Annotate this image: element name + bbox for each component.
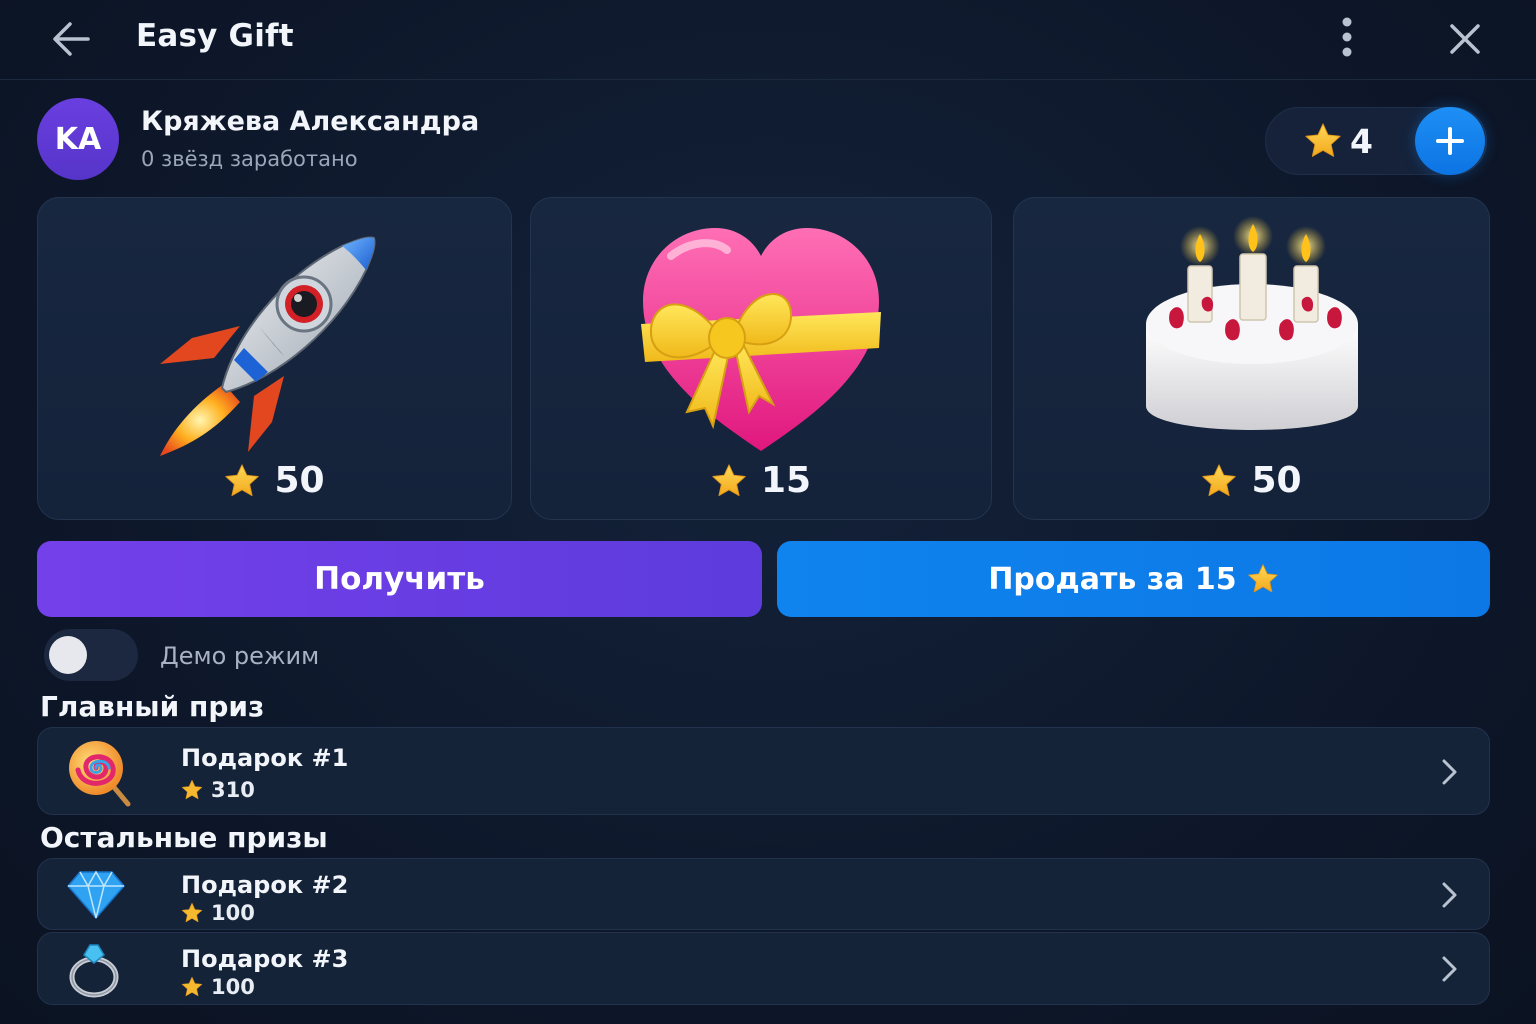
prize-name: Подарок #1 bbox=[181, 744, 349, 772]
star-icon bbox=[225, 463, 260, 496]
add-stars-button[interactable] bbox=[1415, 107, 1485, 175]
star-icon bbox=[181, 779, 203, 800]
demo-mode-toggle[interactable] bbox=[44, 629, 138, 681]
toggle-knob bbox=[49, 636, 87, 674]
ring-icon bbox=[69, 944, 119, 998]
chevron-right-icon bbox=[1442, 882, 1457, 908]
more-menu-button[interactable] bbox=[1330, 16, 1364, 60]
rocket-icon bbox=[160, 236, 376, 456]
prize-price-value: 100 bbox=[211, 975, 255, 999]
gift-card-rocket[interactable]: 50 bbox=[37, 197, 512, 520]
star-icon bbox=[181, 902, 203, 923]
gift-price: 50 bbox=[38, 460, 511, 501]
star-icon bbox=[181, 976, 203, 997]
heart-gift-icon bbox=[641, 228, 881, 451]
top-bar: Easy Gift bbox=[0, 0, 1536, 80]
demo-mode-label: Демо режим bbox=[160, 642, 320, 670]
gift-art bbox=[1014, 216, 1489, 461]
main-prize-heading: Главный приз bbox=[40, 690, 265, 723]
get-button[interactable]: Получить bbox=[37, 541, 762, 617]
sell-button-label: Продать за 15 bbox=[988, 561, 1237, 597]
gift-price-value: 15 bbox=[760, 460, 812, 501]
stars-earned-text: 0 звёзд заработано bbox=[141, 147, 358, 171]
diamond-icon bbox=[67, 870, 125, 920]
avatar-initials: KA bbox=[54, 121, 102, 157]
gift-card-cake[interactable]: 50 bbox=[1013, 197, 1490, 520]
lollipop-icon bbox=[69, 741, 131, 807]
more-vertical-icon bbox=[1342, 17, 1352, 57]
back-button[interactable] bbox=[48, 18, 94, 60]
prize-row-1[interactable]: Подарок #1 310 bbox=[37, 727, 1490, 815]
star-icon bbox=[1305, 123, 1341, 157]
gift-price-value: 50 bbox=[1251, 460, 1302, 501]
app-title: Easy Gift bbox=[136, 18, 294, 54]
prize-price-value: 100 bbox=[211, 901, 255, 925]
gift-card-heart[interactable]: 15 bbox=[530, 197, 992, 520]
plus-icon bbox=[1436, 127, 1464, 155]
close-button[interactable] bbox=[1444, 18, 1486, 60]
gift-art bbox=[38, 216, 511, 461]
sell-button[interactable]: Продать за 15 bbox=[777, 541, 1490, 617]
chevron-right-icon bbox=[1442, 759, 1457, 785]
app-window: Easy Gift KA Кряжева Александра 0 звёзд … bbox=[0, 0, 1536, 1024]
prize-name: Подарок #2 bbox=[181, 871, 349, 899]
prize-price-value: 310 bbox=[211, 778, 255, 802]
prize-row-3[interactable]: Подарок #3 100 bbox=[37, 932, 1490, 1005]
star-icon bbox=[1247, 564, 1278, 593]
gift-price-value: 50 bbox=[274, 460, 325, 501]
get-button-label: Получить bbox=[314, 561, 485, 597]
prize-price: 310 bbox=[181, 778, 255, 802]
close-icon bbox=[1450, 24, 1480, 54]
gift-art bbox=[531, 216, 991, 461]
prize-price: 100 bbox=[181, 975, 255, 999]
balance-value: 4 bbox=[1350, 122, 1373, 161]
user-name: Кряжева Александра bbox=[141, 106, 480, 137]
prize-price: 100 bbox=[181, 901, 255, 925]
gift-price: 15 bbox=[531, 460, 991, 501]
birthday-cake-icon bbox=[1145, 216, 1358, 430]
gift-price: 50 bbox=[1014, 460, 1489, 501]
other-prizes-heading: Остальные призы bbox=[40, 821, 328, 854]
chevron-right-icon bbox=[1442, 956, 1457, 982]
prize-name: Подарок #3 bbox=[181, 945, 349, 973]
arrow-left-icon bbox=[53, 22, 90, 56]
prize-row-2[interactable]: Подарок #2 100 bbox=[37, 858, 1490, 930]
star-icon bbox=[1202, 463, 1237, 496]
avatar: KA bbox=[37, 98, 119, 180]
star-icon bbox=[712, 463, 746, 496]
